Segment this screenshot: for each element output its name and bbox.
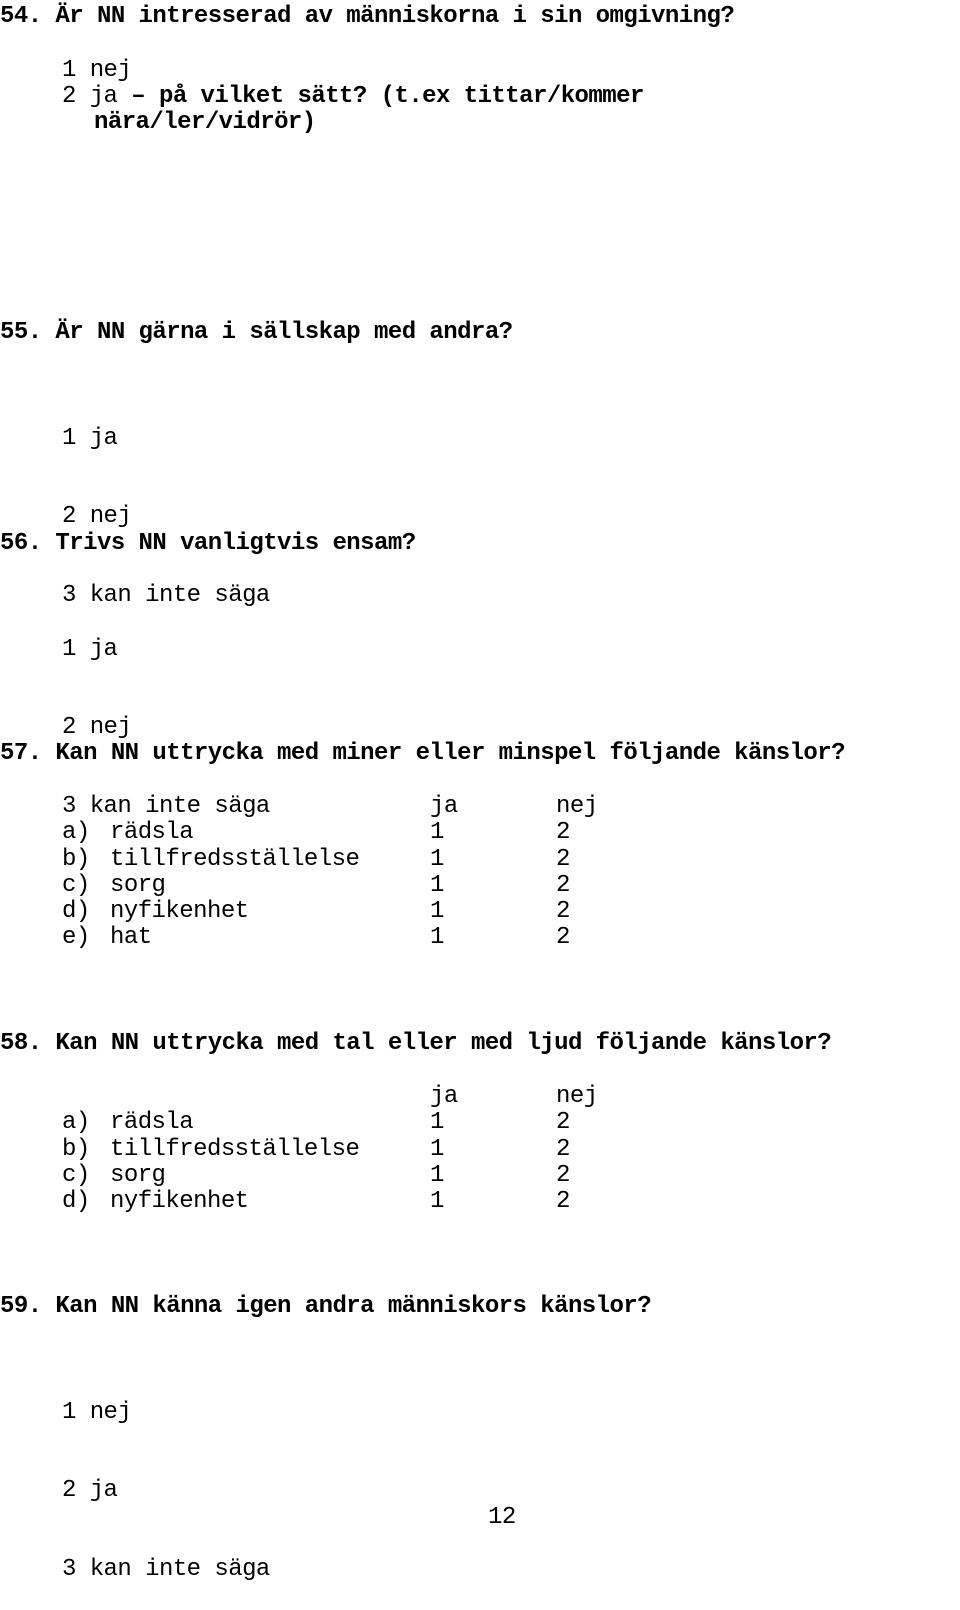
row-emotion: tillfredsställelse (110, 1135, 360, 1163)
row-label: a) (62, 819, 90, 847)
row-ja-code: 1 (430, 845, 444, 873)
question-59-options: 1 nej 2 ja 3 kan inte säga (62, 1347, 270, 1610)
option: 1 ja (62, 424, 118, 452)
option: 3 kan inte säga (62, 1556, 270, 1584)
question-58-table: ja nej a) rädsla 1 2 b) tillfredsställel… (62, 1083, 616, 1216)
row-ja-code: 1 (430, 871, 444, 899)
row-emotion: nyfikenhet (110, 898, 249, 926)
row-label: e) (62, 924, 90, 952)
row-nej-code: 2 (556, 1161, 570, 1189)
question-57-title: 57. Kan NN uttrycka med miner eller mins… (0, 740, 846, 767)
question-54-option-1: 1 nej (62, 57, 132, 84)
row-emotion: sorg (110, 1161, 166, 1189)
row-label: d) (62, 898, 90, 926)
row-label: c) (62, 1161, 90, 1189)
option-2-prefix: 2 ja (62, 83, 132, 110)
option-2-followup: – på vilket sätt? (t.ex tittar/kommer (131, 83, 644, 110)
row-emotion: rädsla (110, 1109, 194, 1137)
table-row: a) rädsla 1 2 (62, 819, 616, 847)
row-emotion: sorg (110, 871, 166, 899)
row-nej-code: 2 (556, 1109, 570, 1137)
question-54-option-2-continuation: nära/ler/vidrör) (94, 109, 316, 136)
column-header-nej: nej (556, 793, 598, 820)
row-nej-code: 2 (556, 924, 570, 952)
row-nej-code: 2 (556, 1188, 570, 1216)
row-label: d) (62, 1188, 90, 1216)
column-header-ja: ja (430, 1083, 458, 1110)
table-row: d) nyfikenhet 1 2 (62, 898, 616, 926)
option: 1 nej (62, 1398, 132, 1426)
row-nej-code: 2 (556, 871, 570, 899)
table-row: b) tillfredsställelse 1 2 (62, 845, 616, 873)
page-number: 12 (488, 1504, 516, 1531)
table-header: ja nej (62, 1083, 616, 1110)
row-ja-code: 1 (430, 1188, 444, 1216)
question-59-title: 59. Kan NN känna igen andra människors k… (0, 1293, 652, 1320)
row-label: b) (62, 1135, 90, 1163)
row-label: b) (62, 845, 90, 873)
table-row: b) tillfredsställelse 1 2 (62, 1135, 616, 1163)
row-ja-code: 1 (430, 924, 444, 952)
row-label: c) (62, 871, 90, 899)
row-ja-code: 1 (430, 1161, 444, 1189)
table-row: c) sorg 1 2 (62, 871, 616, 899)
row-nej-code: 2 (556, 898, 570, 926)
question-54-title: 54. Är NN intresserad av människorna i s… (0, 3, 735, 30)
question-58-title: 58. Kan NN uttrycka med tal eller med lj… (0, 1030, 832, 1057)
row-ja-code: 1 (430, 819, 444, 847)
row-nej-code: 2 (556, 1135, 570, 1163)
row-emotion: tillfredsställelse (110, 845, 360, 873)
option: 2 nej (62, 714, 132, 742)
row-ja-code: 1 (430, 1109, 444, 1137)
row-nej-code: 2 (556, 819, 570, 847)
table-row: a) rädsla 1 2 (62, 1109, 616, 1137)
row-ja-code: 1 (430, 1135, 444, 1163)
question-55-title: 55. Är NN gärna i sällskap med andra? (0, 319, 513, 346)
row-label: a) (62, 1109, 90, 1137)
row-ja-code: 1 (430, 898, 444, 926)
question-57-table: ja nej a) rädsla 1 2 b) tillfredsställel… (62, 793, 616, 952)
table-row: c) sorg 1 2 (62, 1161, 616, 1189)
column-header-nej: nej (556, 1083, 598, 1110)
column-header-ja: ja (430, 793, 458, 820)
table-row: e) hat 1 2 (62, 924, 616, 952)
row-emotion: hat (110, 924, 152, 952)
table-row: d) nyfikenhet 1 2 (62, 1188, 616, 1216)
option: 1 ja (62, 635, 118, 663)
row-nej-code: 2 (556, 845, 570, 873)
option: 2 ja (62, 1477, 118, 1505)
question-56-title: 56. Trivs NN vanligtvis ensam? (0, 530, 416, 557)
question-54-option-2: 2 ja – på vilket sätt? (t.ex tittar/komm… (62, 83, 644, 110)
table-header: ja nej (62, 793, 616, 820)
row-emotion: rädsla (110, 819, 194, 847)
option: 2 nej (62, 503, 132, 531)
row-emotion: nyfikenhet (110, 1188, 249, 1216)
